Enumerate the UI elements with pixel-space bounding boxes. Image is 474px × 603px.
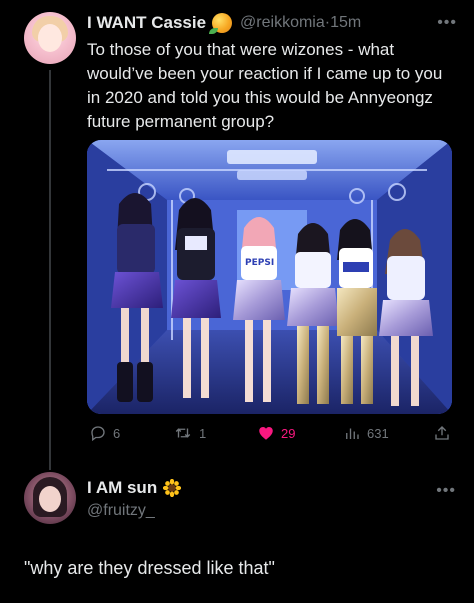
repost-count: 1 xyxy=(199,425,207,441)
avatar-face xyxy=(38,24,62,52)
reply-text: "why are they dressed like that" xyxy=(24,558,275,578)
more-options-icon[interactable]: ••• xyxy=(437,14,457,32)
like-button[interactable]: 29 xyxy=(257,424,295,442)
sunflower-emoji-icon xyxy=(163,479,182,497)
share-icon xyxy=(435,426,449,440)
tweet-media-image[interactable]: PEPSI xyxy=(87,140,452,414)
tweet-actions: 6 1 29 631 xyxy=(87,424,452,444)
handle-text: @reikkomia xyxy=(240,14,325,31)
tweet-text: To those of you that were wizones - what… xyxy=(87,40,443,131)
reply-count: 6 xyxy=(113,425,121,441)
reply-display-name[interactable]: I AM sun xyxy=(87,478,157,498)
media-sign-text: PEPSI xyxy=(245,258,274,268)
reply-more-options-icon[interactable]: ••• xyxy=(436,482,456,500)
thread-line xyxy=(49,70,51,470)
view-count: 631 xyxy=(367,425,389,441)
repost-button[interactable]: 1 xyxy=(173,424,206,442)
media-photo-illustration: PEPSI xyxy=(87,140,452,414)
reply-button[interactable]: 6 xyxy=(89,424,120,442)
heart-filled-icon xyxy=(259,427,273,440)
reply-author-avatar[interactable] xyxy=(24,472,76,524)
reply-icon xyxy=(91,426,105,442)
tweet[interactable]: I WANT Cassie @reikkomia·15m ••• To thos… xyxy=(0,0,474,470)
views-button[interactable]: 631 xyxy=(343,424,389,442)
post-time[interactable]: 15m xyxy=(330,14,361,31)
views-bar-chart-icon xyxy=(346,428,359,439)
author-display-name[interactable]: I WANT Cassie xyxy=(87,13,206,33)
reply-header: I AM sun xyxy=(87,478,182,498)
tweet-header: I WANT Cassie @reikkomia·15m ••• xyxy=(87,12,457,34)
share-button[interactable] xyxy=(433,424,451,442)
reply-tweet[interactable]: I AM sun @fruitzy_ ••• "why are they dre… xyxy=(0,460,474,603)
reply-handle[interactable]: @fruitzy_ xyxy=(87,502,155,520)
like-count: 29 xyxy=(281,425,296,441)
repost-icon xyxy=(175,428,191,438)
author-handle[interactable]: @reikkomia·15m xyxy=(240,14,361,32)
author-avatar[interactable] xyxy=(24,12,76,64)
mango-emoji-icon xyxy=(209,13,233,34)
avatar-face xyxy=(39,486,61,512)
